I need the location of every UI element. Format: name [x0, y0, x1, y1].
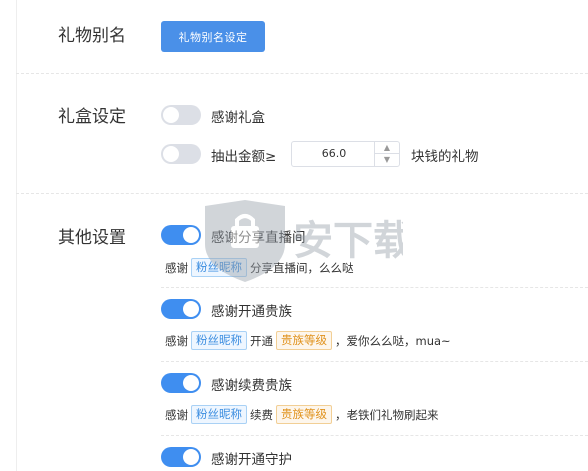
fan-nickname-tag[interactable]: 粉丝昵称: [191, 258, 247, 277]
msg-text: 续费: [250, 407, 273, 422]
draw-amount-toggle[interactable]: [161, 144, 201, 164]
thank-open-noble-message: 感谢 粉丝昵称 开通 贵族等级 ，爱你么么哒，mua~: [165, 331, 451, 350]
chevron-up-icon[interactable]: ▲: [375, 142, 399, 154]
noble-level-tag[interactable]: 贵族等级: [276, 331, 332, 350]
msg-text: 分享直播间，么么哒: [250, 260, 354, 275]
thank-open-guard-label: 感谢开通守护: [211, 452, 292, 468]
fan-nickname-tag[interactable]: 粉丝昵称: [191, 405, 247, 424]
msg-text: ，爱你么么哒，mua~: [335, 333, 451, 348]
amount-value[interactable]: 66.0: [292, 142, 376, 166]
amount-suffix: 块钱的礼物: [411, 149, 479, 165]
thank-renew-noble-message: 感谢 粉丝昵称 续费 贵族等级 ，老铁们礼物刷起来: [165, 405, 439, 424]
section-divider: [16, 73, 588, 75]
thank-open-guard-toggle[interactable]: [161, 447, 201, 467]
toggle-knob: [183, 375, 199, 391]
amount-stepper[interactable]: 66.0 ▲ ▼: [291, 141, 400, 167]
toggle-knob: [183, 227, 199, 243]
section-divider: [16, 193, 588, 195]
thank-giftbox-label: 感谢礼盒: [211, 110, 265, 126]
stepper-arrows: ▲ ▼: [374, 142, 399, 166]
thank-giftbox-toggle[interactable]: [161, 105, 201, 125]
thank-renew-noble-label: 感谢续费贵族: [211, 378, 292, 394]
section-label-other: 其他设置: [58, 228, 126, 248]
thank-open-noble-toggle[interactable]: [161, 299, 201, 319]
msg-text: 感谢: [165, 333, 188, 348]
item-divider: [161, 361, 588, 363]
left-border: [16, 0, 17, 471]
thank-share-toggle[interactable]: [161, 225, 201, 245]
toggle-knob: [183, 301, 199, 317]
section-label-giftbox: 礼盒设定: [58, 107, 126, 127]
item-divider: [161, 287, 588, 289]
thank-share-message: 感谢 粉丝昵称 分享直播间，么么哒: [165, 258, 354, 277]
draw-amount-label: 抽出金额≥: [211, 149, 277, 165]
thank-renew-noble-toggle[interactable]: [161, 373, 201, 393]
msg-text: ，老铁们礼物刷起来: [335, 407, 439, 422]
thank-open-noble-label: 感谢开通贵族: [211, 304, 292, 320]
fan-nickname-tag[interactable]: 粉丝昵称: [191, 331, 247, 350]
section-label-alias: 礼物别名: [58, 26, 126, 46]
msg-text: 开通: [250, 333, 273, 348]
chevron-down-icon[interactable]: ▼: [375, 154, 399, 166]
item-divider: [161, 435, 588, 437]
toggle-knob: [163, 146, 179, 162]
noble-level-tag[interactable]: 贵族等级: [276, 405, 332, 424]
toggle-knob: [183, 449, 199, 465]
msg-text: 感谢: [165, 260, 188, 275]
msg-text: 感谢: [165, 407, 188, 422]
gift-alias-settings-button[interactable]: 礼物别名设定: [161, 21, 265, 52]
thank-share-label: 感谢分享直播间: [211, 230, 306, 246]
toggle-knob: [163, 107, 179, 123]
